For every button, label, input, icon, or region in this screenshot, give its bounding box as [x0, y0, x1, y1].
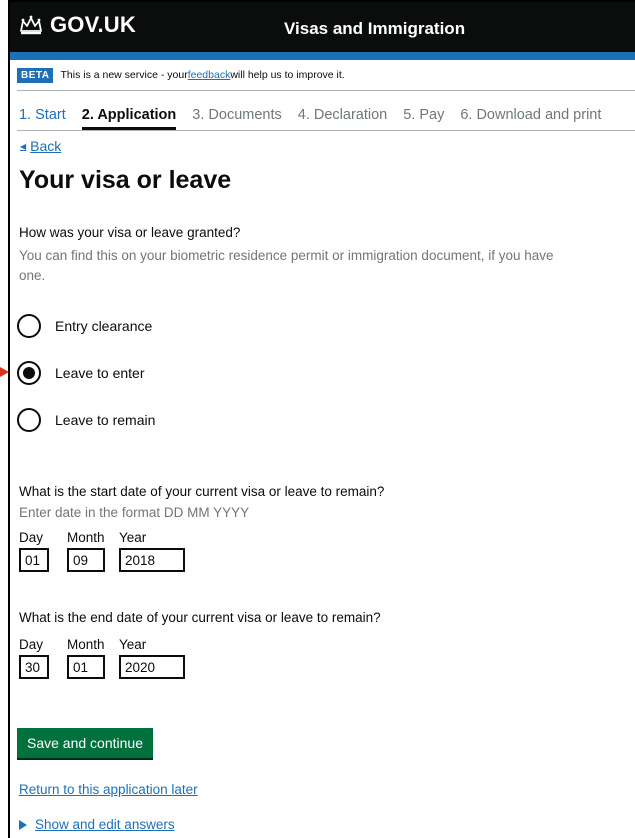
beta-divider — [17, 90, 635, 91]
govuk-logo-link[interactable]: GOV.UK — [18, 12, 136, 38]
radio-leave-to-enter[interactable]: Leave to enter — [17, 361, 145, 385]
start-date-label: What is the start date of your current v… — [19, 484, 385, 499]
end-month-item: Month — [67, 637, 105, 679]
start-month-input[interactable] — [67, 548, 105, 572]
end-month-label: Month — [67, 637, 105, 652]
end-year-item: Year — [119, 637, 185, 679]
service-name[interactable]: Visas and Immigration — [284, 19, 465, 39]
start-day-item: Day — [19, 530, 49, 572]
show-edit-answers-details[interactable]: Show and edit answers — [19, 817, 175, 832]
feedback-link[interactable]: feedback — [188, 69, 231, 81]
step-pay: 5. Pay — [403, 107, 445, 123]
end-month-input[interactable] — [67, 655, 105, 679]
start-year-input[interactable] — [119, 548, 185, 572]
start-day-label: Day — [19, 530, 44, 545]
start-year-item: Year — [119, 530, 185, 572]
steps-divider — [17, 130, 635, 131]
start-year-label: Year — [119, 530, 147, 545]
grant-question-label: How was your visa or leave granted? — [19, 225, 241, 240]
radio-entry-clearance[interactable]: Entry clearance — [17, 314, 152, 338]
govuk-brand-text: GOV.UK — [50, 12, 136, 37]
end-day-item: Day — [19, 637, 49, 679]
govuk-header: GOV.UK Visas and Immigration — [10, 2, 635, 52]
step-application: 2. Application — [81, 107, 177, 130]
step-declaration: 4. Declaration — [297, 107, 388, 123]
end-date-label: What is the end date of your current vis… — [19, 610, 381, 625]
triangle-right-icon — [19, 819, 27, 830]
progress-steps: 1. Start 2. Application 3. Documents 4. … — [19, 107, 617, 130]
radio-button-selected[interactable] — [17, 361, 41, 385]
end-year-label: Year — [119, 637, 147, 652]
radio-label[interactable]: Leave to enter — [55, 365, 145, 381]
show-edit-answers-link[interactable]: Show and edit answers — [35, 817, 175, 832]
back-arrow-icon: ◀ — [20, 141, 27, 151]
beta-text-before: This is a new service - your — [60, 69, 188, 81]
beta-text-after: will help us to improve it. — [230, 69, 345, 81]
save-and-continue-button[interactable]: Save and continue — [17, 728, 153, 758]
end-year-input[interactable] — [119, 655, 185, 679]
step-download-print: 6. Download and print — [460, 107, 602, 123]
start-month-label: Month — [67, 530, 105, 545]
end-day-label: Day — [19, 637, 44, 652]
beta-tag: BETA — [17, 67, 54, 83]
grant-question-hint: You can find this on your biometric resi… — [19, 248, 554, 283]
radio-label[interactable]: Entry clearance — [55, 318, 152, 334]
red-arrow-marker-icon — [0, 367, 9, 377]
step-start[interactable]: 1. Start — [19, 107, 66, 130]
radio-label[interactable]: Leave to remain — [55, 412, 155, 428]
back-link-label: Back — [30, 138, 62, 154]
end-day-input[interactable] — [19, 655, 49, 679]
page-title: Your visa or leave — [19, 166, 232, 194]
step-documents: 3. Documents — [192, 107, 282, 123]
back-link[interactable]: ◀ Back — [20, 138, 61, 154]
return-later-link[interactable]: Return to this application later — [19, 782, 198, 797]
crown-icon — [20, 15, 42, 35]
start-day-input[interactable] — [19, 548, 49, 572]
start-date-hint: Enter date in the format DD MM YYYY — [19, 505, 250, 520]
start-month-item: Month — [67, 530, 105, 572]
header-blue-bar — [10, 52, 635, 60]
beta-banner: BETA This is a new service - your feedba… — [17, 64, 635, 86]
radio-leave-to-remain[interactable]: Leave to remain — [17, 408, 155, 432]
radio-button[interactable] — [17, 314, 41, 338]
radio-button[interactable] — [17, 408, 41, 432]
